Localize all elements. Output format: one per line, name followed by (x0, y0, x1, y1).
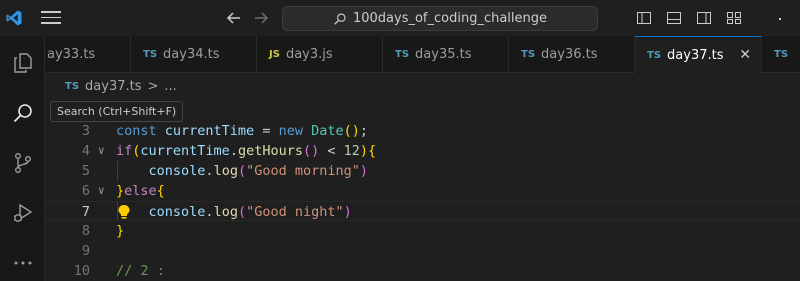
breadcrumb-file[interactable]: day37.ts (85, 79, 141, 94)
breadcrumb: TS day37.ts > ... (45, 73, 800, 100)
fold-chevron-icon[interactable]: ∨ (98, 181, 105, 201)
command-center-search[interactable]: 100days_of_coding_challenge (282, 6, 598, 31)
command-center-text: 100days_of_coding_challenge (352, 11, 548, 26)
source-control-icon[interactable] (0, 140, 45, 185)
code-line[interactable]: 4 ∨ if(currentTime.getHours() < 12){ (45, 141, 800, 161)
code-text: // 2 : (116, 263, 165, 279)
code-text: const currentTime = new Date(); (116, 123, 369, 139)
tab-label: day34.ts (163, 47, 220, 62)
code-line[interactable]: 10 // 2 : (45, 261, 800, 281)
run-debug-icon[interactable] (0, 190, 45, 235)
line-number: 7 (81, 204, 90, 220)
tab-label: day3.js (285, 47, 333, 62)
minimize-icon[interactable] (773, 11, 787, 25)
tab-label: day37.ts (667, 47, 724, 63)
line-number: 8 (81, 223, 90, 239)
tab-day34[interactable]: TS day34.ts (131, 36, 257, 73)
typescript-icon: TS (143, 49, 158, 60)
breadcrumb-symbols[interactable]: ... (164, 79, 176, 94)
breadcrumb-separator: > (147, 79, 159, 94)
code-line[interactable]: 3 const currentTime = new Date(); (45, 121, 800, 141)
search-icon (334, 12, 346, 25)
arrow-right-icon[interactable] (251, 8, 271, 28)
tab-day3[interactable]: JS day3.js (257, 36, 383, 73)
typescript-icon: TS (521, 49, 536, 60)
toggle-secondary-sidebar-icon[interactable] (696, 10, 712, 26)
tab-day36[interactable]: TS day36.ts (509, 36, 635, 73)
toggle-sidebar-icon[interactable] (636, 10, 652, 26)
typescript-icon: TS (647, 49, 662, 61)
code-editor[interactable]: 3 const currentTime = new Date(); 4 ∨ if(cur… (45, 100, 800, 281)
line-number: 5 (81, 163, 90, 179)
tab-label: day35.ts (415, 47, 472, 62)
search-tooltip: Search (Ctrl+Shift+F) (50, 101, 184, 122)
editor-tabs: ay33.ts TS day34.ts JS day3.js TS day35.… (45, 36, 800, 73)
code-line[interactable]: 6 ∨ }else{ (45, 181, 800, 201)
javascript-icon: JS (269, 49, 280, 60)
tab-label: day36.ts (541, 47, 598, 62)
title-bar: 100days_of_coding_challenge (0, 0, 800, 36)
close-icon[interactable]: ✕ (739, 47, 751, 63)
tab-day35[interactable]: TS day35.ts (383, 36, 509, 73)
line-number: 10 (73, 263, 90, 279)
tab-overflow[interactable]: TS (762, 36, 800, 73)
fold-chevron-icon[interactable]: ∨ (98, 141, 105, 161)
code-line[interactable]: 5 console.log("Good morning") (45, 161, 800, 181)
code-text: if(currentTime.getHours() < 12){ (116, 143, 377, 159)
layout-controls (636, 10, 756, 26)
vscode-logo-icon[interactable] (0, 0, 28, 36)
arrow-left-icon[interactable] (224, 8, 244, 28)
line-number: 4 (81, 143, 90, 159)
code-text: console.log("Good morning") (148, 163, 369, 179)
code-line[interactable]: 7 console.log("Good night") (45, 201, 800, 221)
hamburger-menu-icon[interactable] (41, 11, 61, 25)
more-icon[interactable] (0, 240, 45, 281)
tab-label: ay33.ts (47, 47, 96, 62)
tab-day33[interactable]: ay33.ts (35, 36, 131, 73)
search-icon[interactable] (0, 90, 45, 135)
code-text: }else{ (116, 183, 165, 199)
tab-day37[interactable]: TS day37.ts ✕ (635, 36, 762, 73)
customize-layout-icon[interactable] (726, 10, 742, 26)
typescript-icon: TS (65, 81, 80, 92)
typescript-icon: TS (774, 49, 789, 60)
toggle-panel-icon[interactable] (666, 10, 682, 26)
line-number: 6 (81, 183, 90, 199)
line-number: 9 (81, 243, 90, 259)
code-text: } (116, 223, 125, 239)
code-line[interactable]: 9 (45, 241, 800, 261)
line-number: 3 (81, 123, 90, 139)
code-line[interactable]: 8} (45, 221, 800, 241)
typescript-icon: TS (395, 49, 410, 60)
code-text: console.log("Good night") (148, 204, 352, 220)
